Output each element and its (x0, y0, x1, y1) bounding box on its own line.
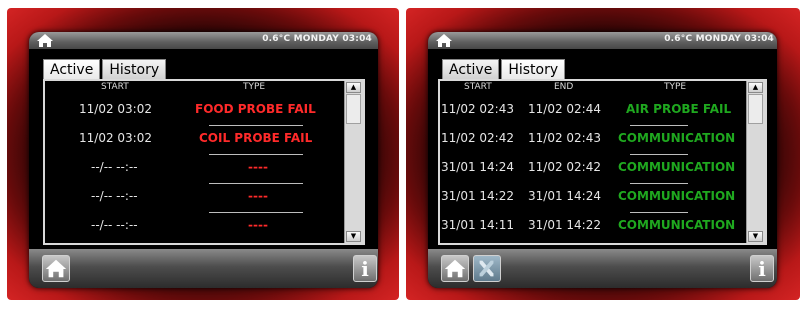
end-time: 11/02 02:44 (528, 102, 601, 116)
alarm-type: ---- (248, 218, 268, 232)
scroll-up-icon[interactable]: ▲ (748, 82, 763, 93)
info-icon: i (758, 257, 766, 281)
alarm-type: COMMUNICATION (618, 218, 736, 232)
alarm-type: COMMUNICATION (618, 131, 736, 145)
column-header-end: END (554, 82, 574, 92)
end-time: 11/02 02:42 (528, 160, 601, 174)
row-divider (630, 125, 688, 126)
device-frame-left: 0.6°C MONDAY 03:04 Active History START … (7, 8, 399, 300)
start-time: --/-- --:-- (91, 218, 138, 232)
screen-active: 0.6°C MONDAY 03:04 Active History START … (29, 32, 378, 288)
info-button[interactable]: i (353, 255, 377, 282)
service-button[interactable] (473, 255, 501, 282)
scroll-down-icon[interactable]: ▼ (346, 231, 361, 242)
row-divider (209, 183, 303, 184)
start-time: 31/01 14:11 (441, 218, 514, 232)
start-time: 11/02 03:02 (79, 102, 152, 116)
end-time: 11/02 02:43 (528, 131, 601, 145)
alarm-type: AIR PROBE FAIL (626, 102, 732, 116)
tab-history[interactable]: History (501, 59, 566, 79)
info-button[interactable]: i (750, 255, 774, 282)
history-table: START END TYPE 11/02 02:43 11/02 02:44 A… (438, 79, 767, 245)
start-time: --/-- --:-- (91, 160, 138, 174)
home-button[interactable] (42, 255, 70, 282)
home-icon (45, 259, 67, 278)
start-time: 31/01 14:24 (441, 160, 514, 174)
bottom-bar: i (428, 249, 777, 288)
start-time: --/-- --:-- (91, 189, 138, 203)
tab-bar: Active History (43, 59, 168, 79)
tab-history[interactable]: History (102, 59, 167, 79)
home-icon (444, 259, 466, 278)
row-divider (209, 212, 303, 213)
tab-active[interactable]: Active (43, 59, 101, 79)
start-time: 11/02 02:42 (441, 131, 514, 145)
home-button[interactable] (441, 255, 469, 282)
column-header-start: START (464, 82, 492, 92)
start-time: 11/02 03:02 (79, 131, 152, 145)
scrollbar[interactable]: ▲ ▼ (746, 81, 765, 243)
end-time: 31/01 14:24 (528, 189, 601, 203)
scroll-up-icon[interactable]: ▲ (346, 82, 361, 93)
status-text: 0.6°C MONDAY 03:04 (262, 34, 372, 44)
alarm-table: START TYPE 11/02 03:02 FOOD PROBE FAIL 1… (43, 79, 365, 245)
home-icon[interactable] (36, 33, 54, 48)
scroll-down-icon[interactable]: ▼ (748, 231, 763, 242)
status-bar: 0.6°C MONDAY 03:04 (29, 32, 378, 49)
alarm-type: ---- (248, 189, 268, 203)
status-bar: 0.6°C MONDAY 03:04 (428, 32, 777, 49)
row-divider (209, 125, 303, 126)
tab-bar: Active History (442, 59, 567, 79)
scroll-thumb[interactable] (748, 94, 763, 124)
scroll-thumb[interactable] (346, 94, 361, 124)
start-time: 11/02 02:43 (441, 102, 514, 116)
status-text: 0.6°C MONDAY 03:04 (664, 34, 774, 44)
bottom-bar: i (29, 249, 378, 288)
column-header-start: START (101, 82, 129, 92)
column-header-type: TYPE (664, 82, 687, 92)
wrench-icon (479, 260, 494, 277)
alarm-type: ---- (248, 160, 268, 174)
alarm-type: COMMUNICATION (618, 160, 736, 174)
row-divider (630, 212, 688, 213)
alarm-type: COMMUNICATION (618, 189, 736, 203)
scrollbar[interactable]: ▲ ▼ (344, 81, 363, 243)
alarm-type: FOOD PROBE FAIL (195, 102, 316, 116)
row-divider (209, 154, 303, 155)
column-header-type: TYPE (243, 82, 266, 92)
start-time: 31/01 14:22 (441, 189, 514, 203)
alarm-type: COIL PROBE FAIL (199, 131, 313, 145)
tab-active[interactable]: Active (442, 59, 500, 79)
row-divider (630, 183, 688, 184)
home-icon[interactable] (435, 33, 453, 48)
device-frame-right: 0.6°C MONDAY 03:04 Active History START … (406, 8, 800, 300)
row-divider (630, 154, 688, 155)
screen-history: 0.6°C MONDAY 03:04 Active History START … (428, 32, 777, 288)
info-icon: i (361, 257, 369, 281)
end-time: 31/01 14:22 (528, 218, 601, 232)
